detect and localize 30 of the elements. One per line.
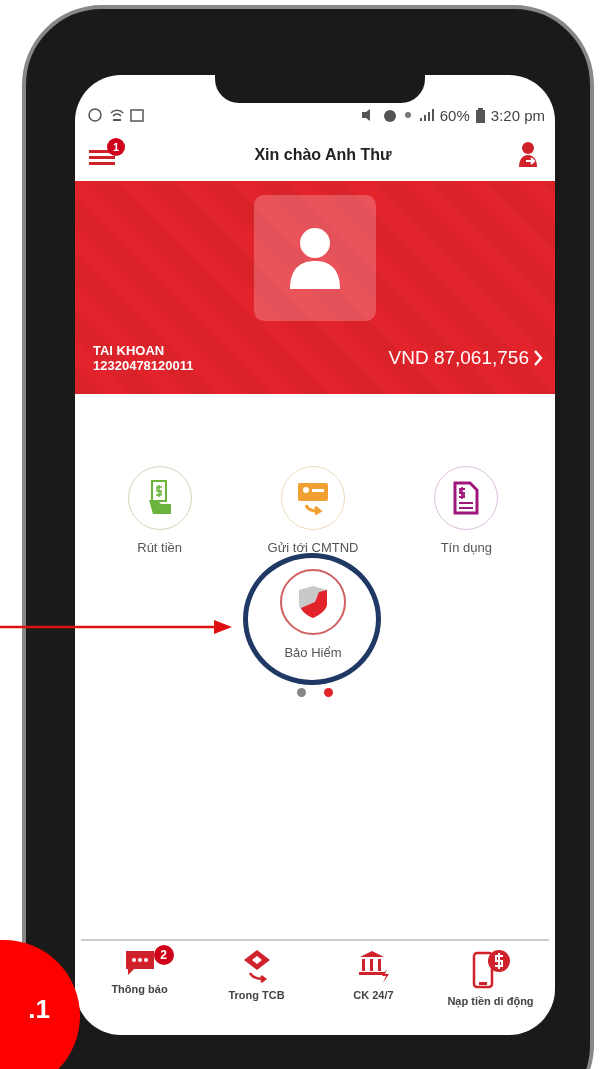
status-icons [87, 107, 147, 123]
page-dot[interactable] [297, 688, 306, 697]
step-number: .1 [28, 993, 50, 1025]
account-label: TAI KHOAN [93, 343, 166, 358]
service-label: Gửi tới CMTND [267, 540, 359, 555]
count-badge: 2 [153, 945, 174, 965]
greeting-title: Xin chào Anh Thư [254, 146, 392, 164]
cash-hand-icon [146, 480, 173, 516]
service-label: Rút tiền [137, 540, 183, 555]
id-card-arrow-icon [296, 481, 330, 515]
battery-percent: 60% [439, 106, 470, 124]
nav-tab[interactable]: Trong TCB [198, 945, 315, 1005]
bank-bolt-icon [356, 949, 391, 983]
battery-icon [475, 107, 485, 123]
chat-bubble-icon [123, 949, 156, 977]
chevron-right-icon[interactable] [533, 349, 543, 367]
page-dot[interactable] [324, 688, 333, 697]
document-dollar-icon [453, 481, 480, 515]
service-label: Bảo Hiểm [284, 645, 342, 660]
nav-tab[interactable]: CK 24/7 [315, 945, 432, 1005]
account-number: 12320478120011 [93, 358, 194, 373]
status-time: 3:20 pm [490, 106, 545, 124]
service-button[interactable] [280, 569, 346, 635]
service-label: Tín dụng [440, 540, 492, 555]
nav-tab[interactable]: Nạp tiền di động [432, 945, 549, 1011]
shield-icon [297, 584, 329, 620]
account-balance[interactable]: VND 87,061,756 [388, 347, 529, 369]
notification-badge: 1 [107, 138, 125, 156]
person-silhouette-icon [288, 227, 342, 289]
nav-tab[interactable]: Thông báo 2 [81, 945, 198, 999]
